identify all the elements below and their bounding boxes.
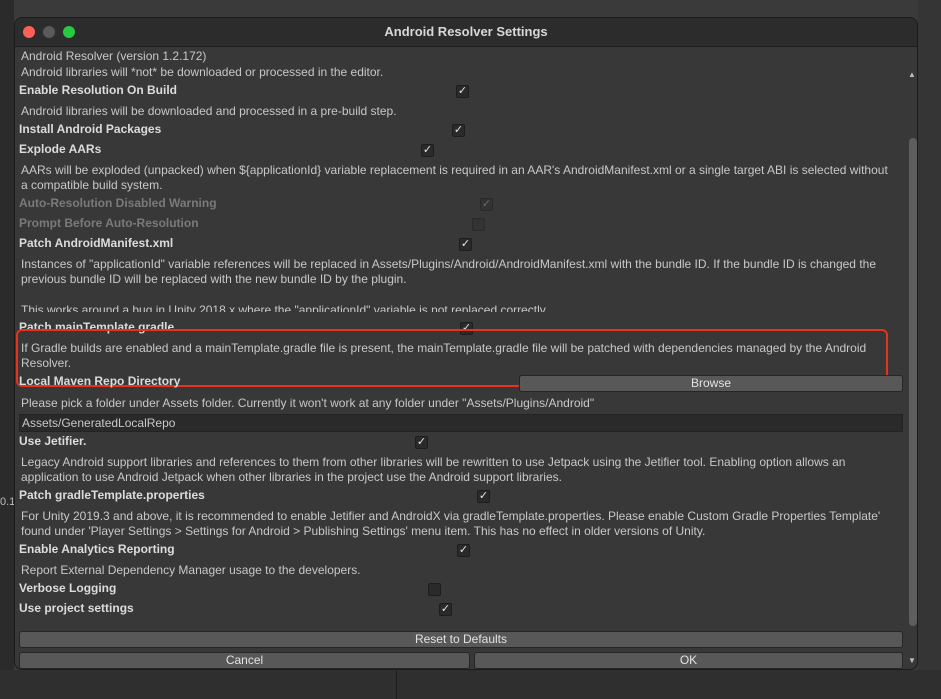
patch-manifest-description: Instances of "applicationId" variable re… — [21, 257, 876, 286]
jetifier-label: Use Jetifier. — [19, 434, 87, 448]
enable-resolution-description: Android libraries will *not* be download… — [21, 65, 384, 79]
browse-button[interactable]: Browse — [519, 375, 903, 392]
analytics-description: Report External Dependency Manager usage… — [21, 563, 361, 577]
scrollbar-thumb[interactable] — [909, 138, 917, 626]
settings-content: Android Resolver (version 1.2.172) Andro… — [15, 46, 903, 669]
titlebar: Android Resolver Settings — [15, 18, 917, 47]
install-packages-label: Install Android Packages — [19, 122, 162, 136]
explode-aars-checkbox[interactable]: ✓ — [421, 144, 434, 157]
settings-window: Android Resolver Settings Android Resolv… — [14, 17, 918, 670]
analytics-checkbox[interactable]: ✓ — [457, 544, 470, 557]
patch-manifest-description-2: This works around a bug in Unity 2018.x … — [21, 303, 549, 312]
jetifier-description: Legacy Android support libraries and ref… — [21, 455, 846, 484]
local-maven-label: Local Maven Repo Directory — [19, 374, 181, 388]
background-right-panel — [918, 0, 941, 699]
enable-resolution-label: Enable Resolution On Build — [19, 83, 178, 97]
project-settings-checkbox[interactable]: ✓ — [439, 603, 452, 616]
background-bottom-panel — [0, 670, 941, 699]
patch-gradle-props-description: For Unity 2019.3 and above, it is recomm… — [21, 509, 881, 538]
install-packages-checkbox[interactable]: ✓ — [452, 124, 465, 137]
verbose-logging-checkbox[interactable] — [428, 583, 441, 596]
vertical-scrollbar[interactable]: ▲ ▼ — [907, 66, 917, 666]
scroll-up-icon[interactable]: ▲ — [908, 70, 916, 79]
auto-resolution-warning-checkbox[interactable]: ✓ — [480, 198, 493, 211]
cancel-button[interactable]: Cancel — [19, 652, 470, 669]
window-title: Android Resolver Settings — [384, 24, 548, 39]
jetifier-checkbox[interactable]: ✓ — [415, 436, 428, 449]
enable-resolution-checkbox[interactable]: ✓ — [456, 85, 469, 98]
prompt-before-label: Prompt Before Auto-Resolution — [19, 216, 199, 230]
background-left-panel — [0, 0, 14, 699]
ok-button[interactable]: OK — [474, 652, 903, 669]
background-left-text: 0.1 — [0, 496, 16, 508]
patch-gradle-props-label: Patch gradleTemplate.properties — [19, 488, 205, 502]
analytics-label: Enable Analytics Reporting — [19, 542, 175, 556]
background-divider — [396, 670, 397, 699]
patch-manifest-checkbox[interactable]: ✓ — [459, 238, 472, 251]
reset-to-defaults-button[interactable]: Reset to Defaults — [19, 631, 903, 648]
verbose-logging-label: Verbose Logging — [19, 581, 117, 595]
local-maven-description: Please pick a folder under Assets folder… — [21, 396, 595, 410]
explode-aars-label: Explode AARs — [19, 142, 102, 156]
version-text: Android Resolver (version 1.2.172) — [21, 49, 207, 63]
auto-resolution-warning-label: Auto-Resolution Disabled Warning — [19, 196, 217, 210]
local-maven-path-field[interactable]: Assets/GeneratedLocalRepo — [19, 414, 903, 432]
patch-gradle-props-checkbox[interactable]: ✓ — [477, 490, 490, 503]
explode-aars-description: AARs will be exploded (unpacked) when ${… — [21, 163, 888, 192]
project-settings-label: Use project settings — [19, 601, 134, 615]
patch-manifest-label: Patch AndroidManifest.xml — [19, 236, 174, 250]
scroll-down-icon[interactable]: ▼ — [908, 656, 916, 665]
enable-resolution-after-description: Android libraries will be downloaded and… — [21, 104, 397, 118]
prompt-before-checkbox[interactable] — [472, 218, 485, 231]
